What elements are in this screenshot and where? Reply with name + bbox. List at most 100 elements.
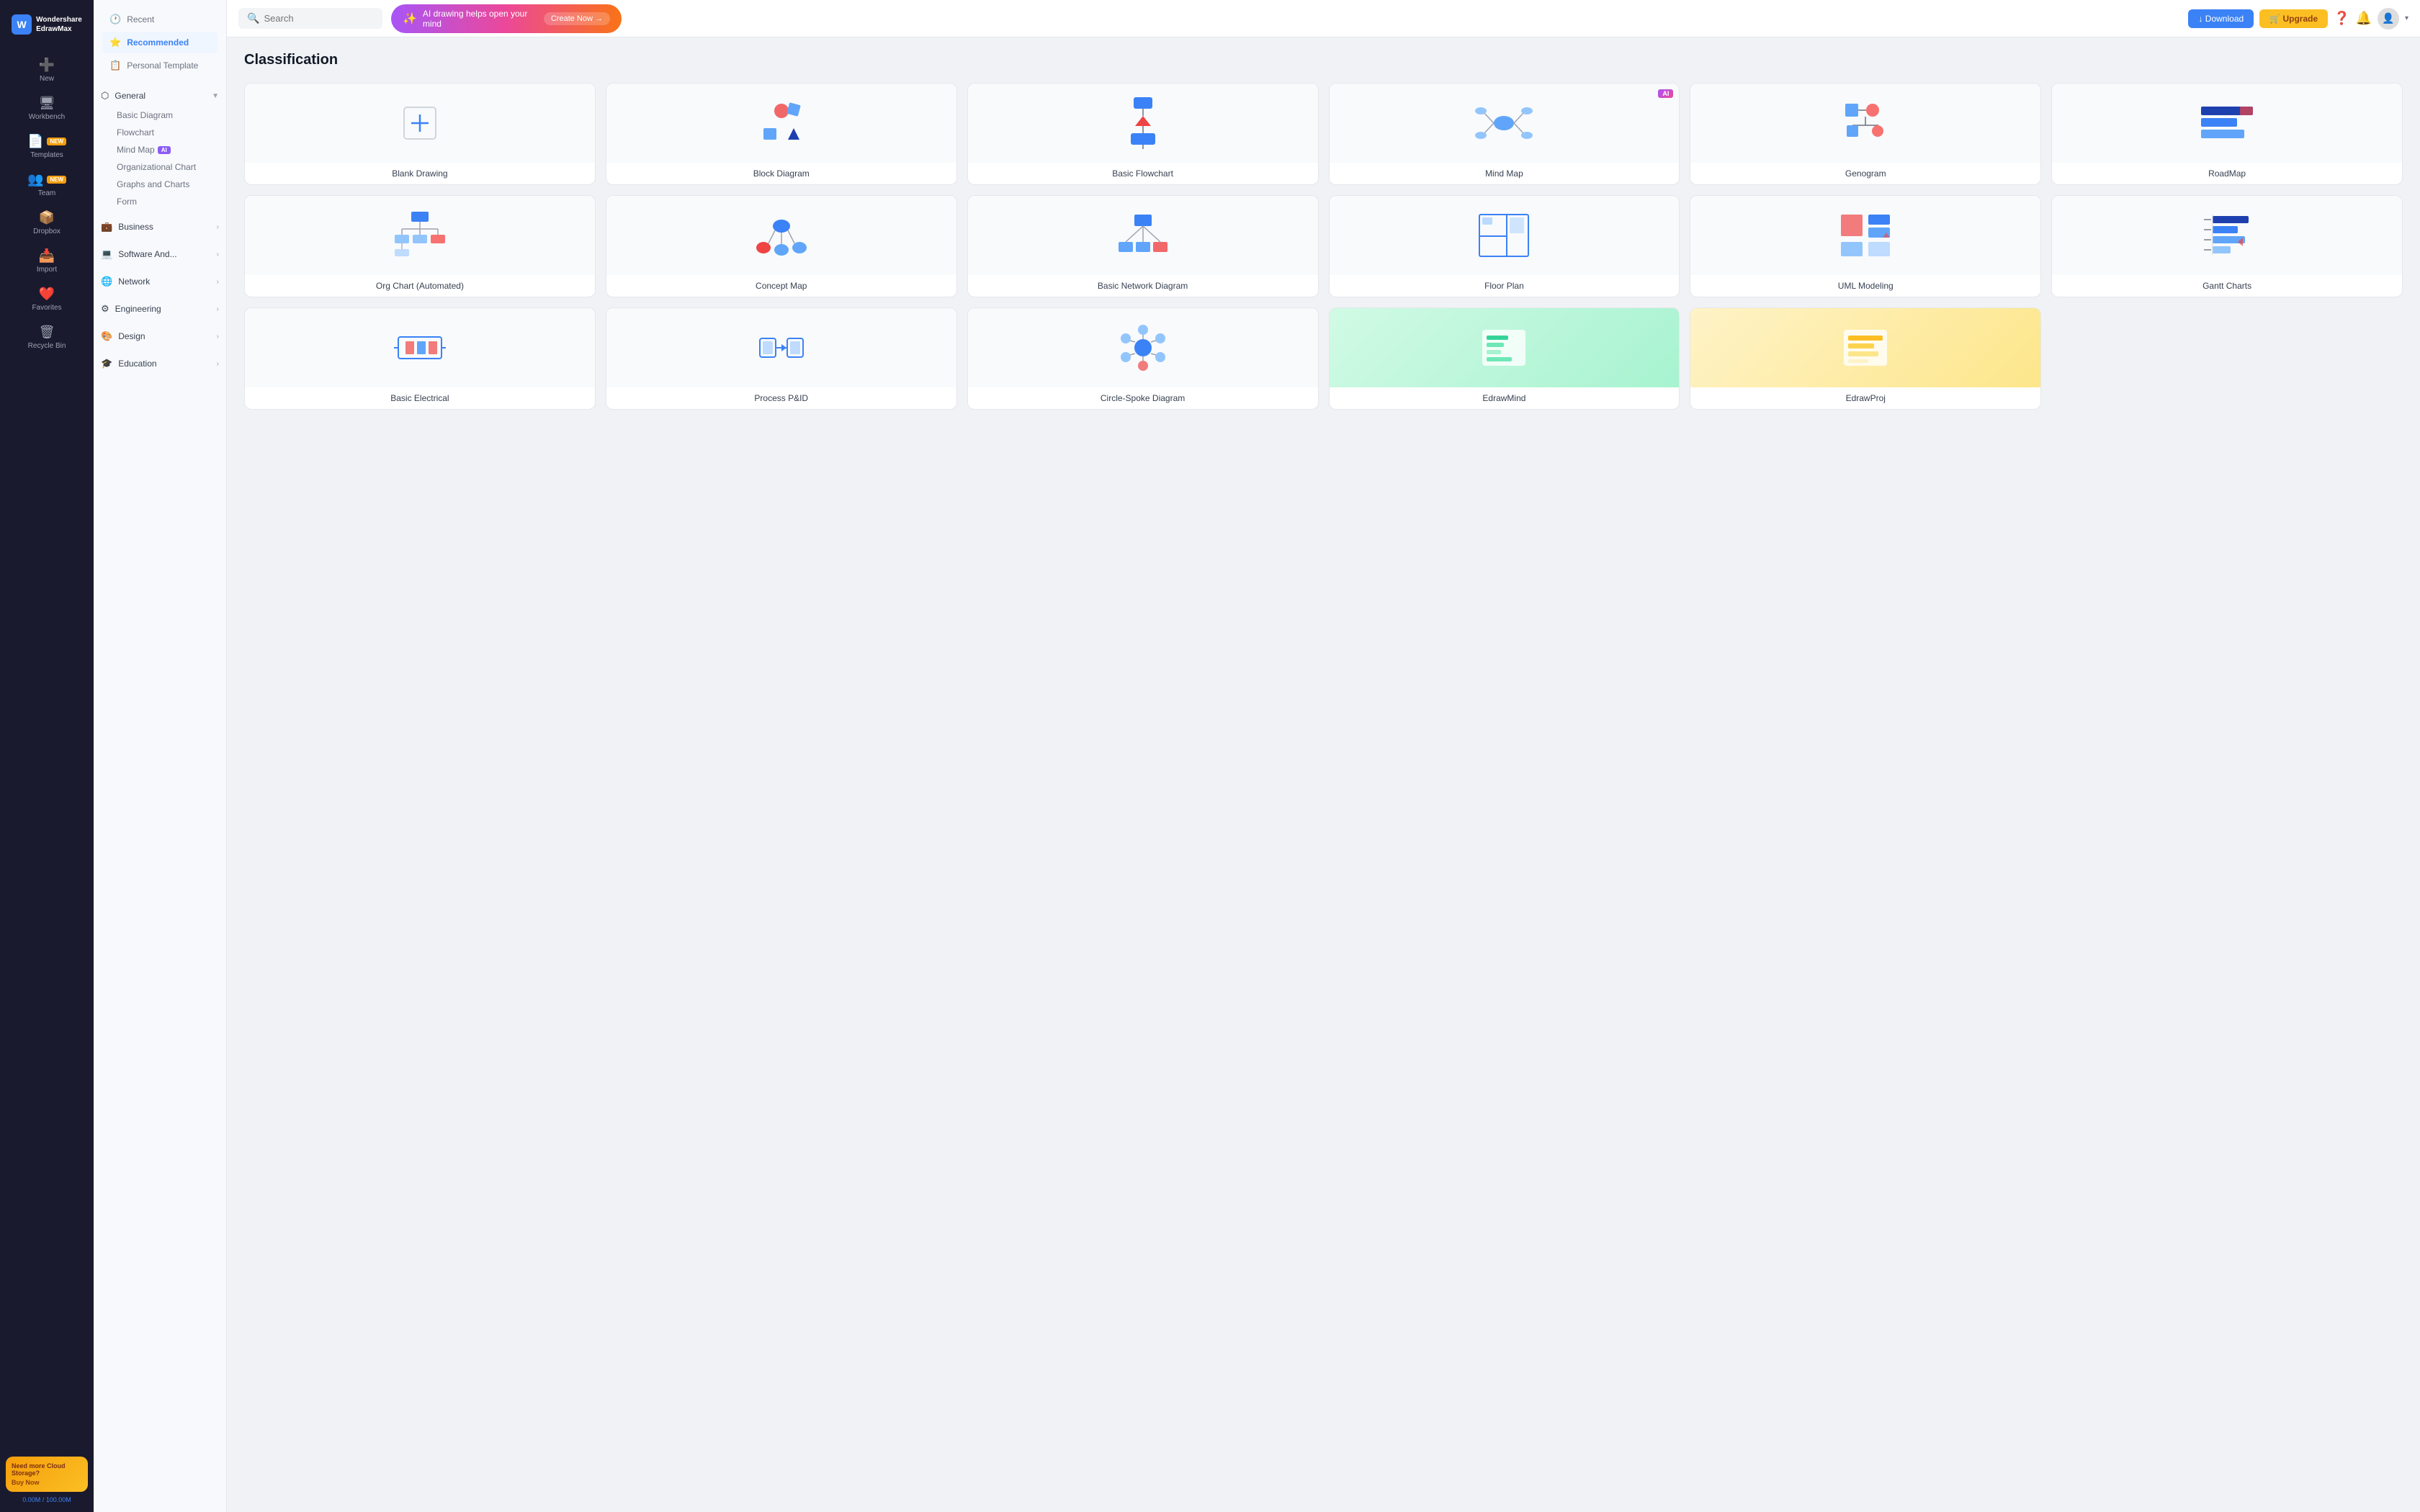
ai-banner[interactable]: ✨ AI drawing helps open your mind Create…: [391, 4, 622, 33]
nav-sub-form[interactable]: Form: [94, 193, 226, 210]
software-section-icon: 💻: [101, 248, 112, 259]
nav-section-education-header[interactable]: 🎓Education ›: [94, 353, 226, 374]
card-edrawproj-image: [1690, 308, 2040, 387]
nav-section-design-header[interactable]: 🎨Design ›: [94, 325, 226, 347]
nav-sub-basic-diagram[interactable]: Basic Diagram: [94, 107, 226, 124]
nav-section-network-header[interactable]: 🌐Network ›: [94, 271, 226, 292]
nav-section-software: 💻Software And... ›: [94, 240, 226, 268]
sidebar-item-dropbox[interactable]: 📦 Dropbox: [6, 204, 88, 241]
sidebar-item-favorites-label: Favorites: [32, 304, 61, 312]
card-genogram-image: [1690, 84, 2040, 163]
card-circlespoke[interactable]: Circle-Spoke Diagram: [967, 307, 1319, 410]
nav-section-general-header[interactable]: ⬡General ▼: [94, 85, 226, 107]
cloud-storage-banner[interactable]: Need more Cloud Storage? Buy Now: [6, 1457, 88, 1492]
card-blank[interactable]: Blank Drawing: [244, 83, 596, 185]
sidebar-item-new-label: New: [40, 75, 54, 83]
upgrade-button[interactable]: 🛒 Upgrade: [2259, 9, 2328, 28]
help-icon[interactable]: ❓: [2334, 11, 2349, 26]
nav-sub-graphs[interactable]: Graphs and Charts: [94, 176, 226, 193]
card-mindmap-label: Mind Map: [1330, 163, 1680, 184]
search-bar[interactable]: 🔍: [238, 8, 382, 29]
card-processpid[interactable]: Process P&ID: [606, 307, 957, 410]
sidebar-item-import[interactable]: 📥 Import: [6, 243, 88, 279]
nav-item-recent[interactable]: 🕐 Recent: [102, 9, 218, 30]
card-mindmap-image: AI: [1330, 84, 1680, 163]
sidebar-item-team[interactable]: 👥 NEW Team: [6, 166, 88, 203]
card-edrawproj-label: EdrawProj: [1690, 387, 2040, 409]
card-genogram-label: Genogram: [1690, 163, 2040, 184]
sidebar-item-favorites[interactable]: ❤️ Favorites: [6, 281, 88, 318]
nav-item-recommended[interactable]: ⭐ Recommended: [102, 32, 218, 53]
card-mindmap[interactable]: AI Mind Map: [1329, 83, 1680, 185]
card-edrawmind[interactable]: Recommended EdrawMind: [1329, 307, 1680, 410]
main-content: 🔍 ✨ AI drawing helps open your mind Crea…: [227, 0, 2420, 1512]
card-flowchart[interactable]: Basic Flowchart: [967, 83, 1319, 185]
card-floorplan[interactable]: Floor Plan: [1329, 195, 1680, 297]
notification-icon[interactable]: 🔔: [2356, 11, 2372, 26]
user-avatar[interactable]: 👤: [2378, 8, 2399, 30]
engineering-section-label: Engineering: [115, 304, 161, 314]
card-electrical-label: Basic Electrical: [245, 387, 595, 409]
general-section-label: General: [115, 91, 145, 101]
education-chevron-icon: ›: [217, 360, 219, 368]
recent-icon: 🕐: [109, 14, 121, 25]
ai-banner-text: AI drawing helps open your mind: [423, 9, 538, 29]
app-logo: W: [12, 14, 32, 35]
templates-icon: 📄: [27, 134, 43, 149]
logo-area[interactable]: W WondershareEdrawMax: [4, 9, 89, 40]
card-networkdiagram-label: Basic Network Diagram: [968, 275, 1318, 297]
design-section-icon: 🎨: [101, 330, 112, 341]
upgrade-label: 🛒 Upgrade: [2269, 14, 2318, 24]
ai-banner-cta[interactable]: Create Now →: [544, 12, 610, 25]
nav-section-engineering-header[interactable]: ⚙Engineering ›: [94, 298, 226, 320]
sidebar-item-recycle[interactable]: 🗑 Recycle Bin: [6, 319, 88, 356]
card-block[interactable]: Block Diagram: [606, 83, 957, 185]
nav-section-software-header[interactable]: 💻Software And... ›: [94, 243, 226, 265]
card-orgchart-label: Org Chart (Automated): [245, 275, 595, 297]
card-gantt-label: Gantt Charts: [2052, 275, 2402, 297]
card-orgchart[interactable]: Org Chart (Automated): [244, 195, 596, 297]
general-chevron-icon: ▼: [212, 92, 219, 100]
download-button[interactable]: ↓ Download: [2188, 9, 2254, 28]
nav-sub-mindmap[interactable]: Mind Map AI: [94, 141, 226, 158]
sidebar-left: W WondershareEdrawMax ➕ New 🖥 Workbench …: [0, 0, 94, 1512]
card-uml[interactable]: UML Modeling: [1690, 195, 2041, 297]
card-genogram[interactable]: Genogram: [1690, 83, 2041, 185]
card-networkdiagram[interactable]: Basic Network Diagram: [967, 195, 1319, 297]
card-edrawproj[interactable]: Recommended EdrawProj: [1690, 307, 2041, 410]
sidebar-item-templates-label: Templates: [30, 151, 63, 159]
card-flowchart-label: Basic Flowchart: [968, 163, 1318, 184]
business-chevron-icon: ›: [217, 223, 219, 231]
chevron-down-icon[interactable]: ▾: [2405, 14, 2408, 22]
buy-now-link[interactable]: Buy Now: [12, 1479, 82, 1486]
nav-sub-flowchart[interactable]: Flowchart: [94, 124, 226, 141]
nav-section-business-header[interactable]: 💼Business ›: [94, 216, 226, 238]
favorites-icon: ❤️: [39, 287, 55, 302]
sidebar-item-workbench[interactable]: 🖥 Workbench: [6, 90, 88, 127]
team-badge: NEW: [47, 176, 66, 184]
card-processpid-label: Process P&ID: [606, 387, 956, 409]
card-circlespoke-label: Circle-Spoke Diagram: [968, 387, 1318, 409]
storage-info: 0.00M / 100.00M: [6, 1496, 88, 1503]
nav-sub-orgchart[interactable]: Organizational Chart: [94, 158, 226, 176]
search-input[interactable]: [264, 13, 374, 24]
workbench-icon: 🖥: [39, 96, 55, 111]
dropbox-icon: 📦: [39, 210, 55, 225]
topbar: 🔍 ✨ AI drawing helps open your mind Crea…: [227, 0, 2420, 37]
sidebar-nav: ➕ New 🖥 Workbench 📄 NEW Templates 👥 NEW …: [0, 52, 94, 1448]
card-roadmap[interactable]: RoadMap: [2051, 83, 2403, 185]
card-gantt[interactable]: Gantt Charts: [2051, 195, 2403, 297]
nav-item-personal[interactable]: 📋 Personal Template: [102, 55, 218, 76]
sidebar-item-workbench-label: Workbench: [29, 113, 65, 121]
sidebar-item-templates[interactable]: 📄 NEW Templates: [6, 128, 88, 165]
sidebar-item-new[interactable]: ➕ New: [6, 52, 88, 89]
card-electrical[interactable]: Basic Electrical: [244, 307, 596, 410]
sidebar-bottom: Need more Cloud Storage? Buy Now 0.00M /…: [0, 1448, 94, 1512]
nav-section-education: 🎓Education ›: [94, 350, 226, 377]
card-conceptmap[interactable]: Concept Map: [606, 195, 957, 297]
card-uml-label: UML Modeling: [1690, 275, 2040, 297]
design-section-label: Design: [118, 331, 145, 341]
diagram-grid: Blank Drawing Block Diagram: [244, 83, 2403, 410]
network-chevron-icon: ›: [217, 278, 219, 286]
app-name: WondershareEdrawMax: [36, 15, 82, 34]
